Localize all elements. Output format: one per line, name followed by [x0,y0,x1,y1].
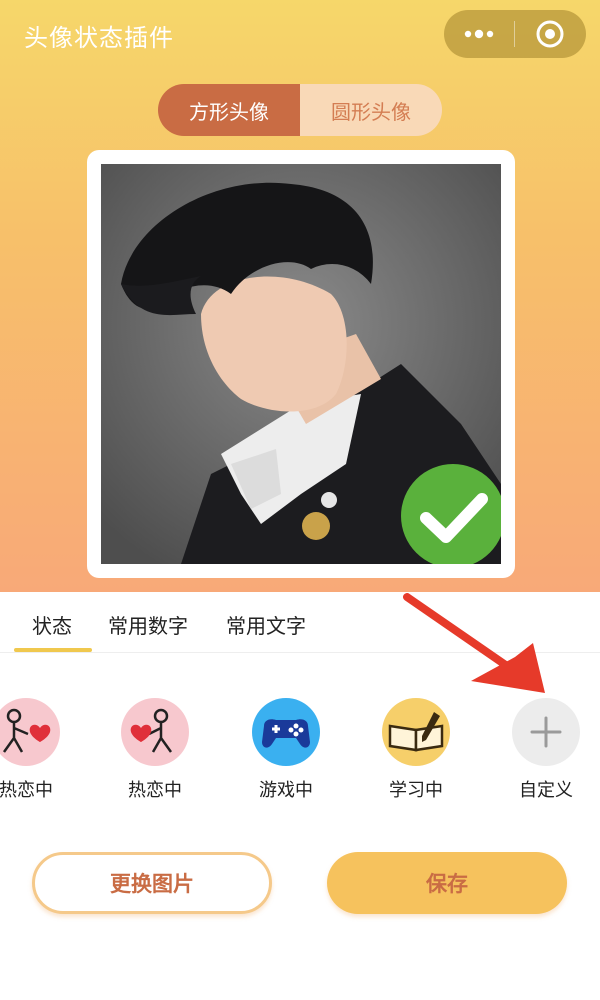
square-avatar-option[interactable]: 方形头像 [158,84,300,136]
active-tab-indicator [14,648,92,652]
status-item-love-1[interactable]: 热恋中 [0,690,76,802]
status-item-label: 游戏中 [259,780,313,801]
heart-hug-icon [0,698,60,766]
book-pencil-icon [382,698,450,766]
check-icon [401,464,501,564]
close-button[interactable] [515,10,585,58]
status-item-label: 自定义 [519,780,573,801]
status-item-custom[interactable]: 自定义 [496,690,596,802]
category-tabs: 状态 常用数字 常用文字 [0,592,600,653]
round-avatar-option[interactable]: 圆形头像 [300,84,442,136]
avatar-shape-toggle: 方形头像 圆形头像 [158,84,442,136]
change-image-button[interactable]: 更换图片 [32,852,272,914]
more-button[interactable] [444,10,514,58]
target-close-icon [536,20,564,48]
tab-common-numbers[interactable]: 常用数字 [108,610,188,639]
plus-icon [512,698,580,766]
status-item-gaming[interactable]: 游戏中 [236,690,336,802]
avatar-preview-frame [87,150,515,578]
save-button[interactable]: 保存 [327,852,567,914]
status-list: 热恋中 热恋中 游戏中 学习中 自定义 [0,690,600,820]
page-title: 头像状态插件 [24,24,174,52]
tab-common-text[interactable]: 常用文字 [226,610,306,639]
status-item-label: 学习中 [389,780,443,801]
status-item-label: 热恋中 [128,780,182,801]
gamepad-icon [252,698,320,766]
tab-status[interactable]: 状态 [32,610,72,639]
more-dots-icon [464,29,494,39]
avatar-photo[interactable] [101,164,501,564]
heart-hug-icon [121,698,189,766]
miniprogram-capsule [444,10,586,58]
status-item-label: 热恋中 [0,780,53,801]
status-item-studying[interactable]: 学习中 [366,690,466,802]
status-item-love-2[interactable]: 热恋中 [105,690,205,802]
